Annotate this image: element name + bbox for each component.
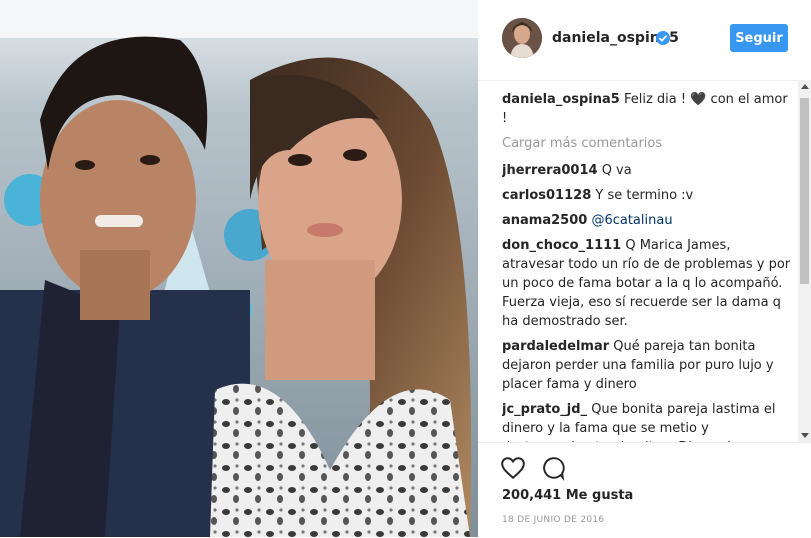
post-header: daniela_ospina5 Seguir <box>478 0 811 81</box>
list-item: pardaledelmar Qué pareja tan bonita deja… <box>502 337 792 394</box>
avatar[interactable] <box>502 18 542 58</box>
post-sidebar: daniela_ospina5 Seguir daniela_ospina5 F… <box>478 0 811 537</box>
comment-username[interactable]: jc_prato_jd_ <box>502 402 587 417</box>
scrollbar-thumb[interactable] <box>800 98 809 284</box>
load-more-comments-link[interactable]: Cargar más comentarios <box>502 134 792 153</box>
comments-scrollbar[interactable] <box>798 80 811 442</box>
scroll-up-arrow-icon[interactable] <box>801 84 809 89</box>
list-item: don_choco_1111 Q Marica James, atravesar… <box>502 236 792 331</box>
heart-outline-icon[interactable] <box>500 455 526 481</box>
likes-count[interactable]: 200,441 Me gusta <box>502 488 633 503</box>
post-photo-image <box>0 0 478 537</box>
comment-username[interactable]: anama2500 <box>502 213 587 228</box>
post-photo <box>0 0 478 537</box>
speech-bubble-icon[interactable] <box>540 455 566 481</box>
post-date[interactable]: 18 DE JUNIO DE 2016 <box>502 515 604 525</box>
comment-username[interactable]: carlos01128 <box>502 188 591 203</box>
list-item: jc_prato_jd_ Que bonita pareja lastima e… <box>502 400 792 442</box>
verified-badge-icon <box>656 31 670 45</box>
comment-username[interactable]: don_choco_1111 <box>502 238 621 253</box>
avatar-image <box>502 18 542 58</box>
instagram-post-window: daniela_ospina5 Seguir daniela_ospina5 F… <box>0 0 811 537</box>
follow-button[interactable]: Seguir <box>730 24 788 52</box>
post-actions: 200,441 Me gusta 18 DE JUNIO DE 2016 <box>478 442 811 538</box>
comment-text: Q va <box>601 163 632 178</box>
comment-text: Y se termino :v <box>595 188 694 203</box>
caption: daniela_ospina5 Feliz dia ! 🖤 con el amo… <box>502 90 792 128</box>
list-item: jherrera0014 Q va <box>502 161 792 180</box>
mention-link[interactable]: @6catalinau <box>591 213 672 228</box>
comment-username[interactable]: pardaledelmar <box>502 339 609 354</box>
scroll-down-arrow-icon[interactable] <box>801 433 809 438</box>
list-item: anama2500 @6catalinau <box>502 211 792 230</box>
caption-username[interactable]: daniela_ospina5 <box>502 92 620 107</box>
comment-username[interactable]: jherrera0014 <box>502 163 598 178</box>
comments-list: daniela_ospina5 Feliz dia ! 🖤 con el amo… <box>502 90 792 442</box>
list-item: carlos01128 Y se termino :v <box>502 186 792 205</box>
